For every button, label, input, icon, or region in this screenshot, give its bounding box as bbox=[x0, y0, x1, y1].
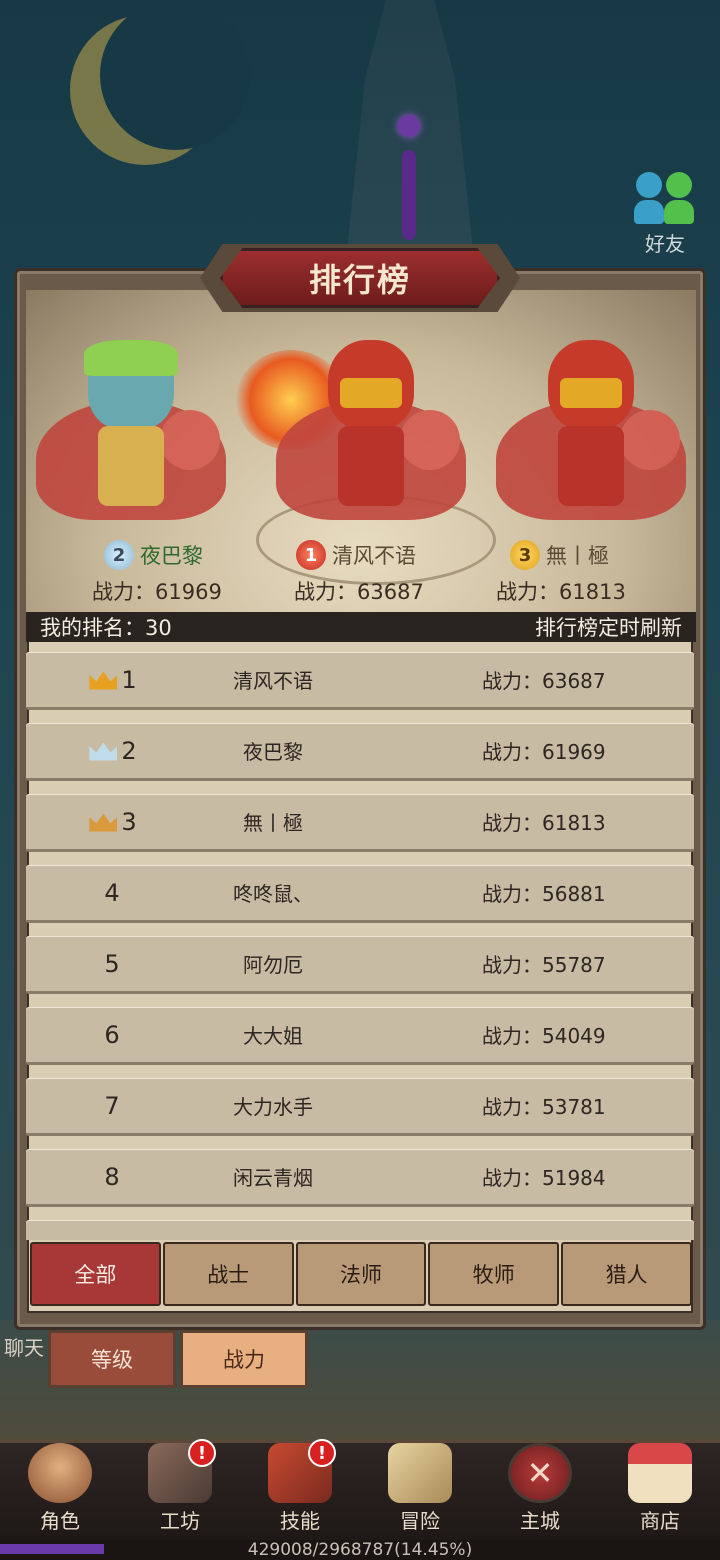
podium-hero-rank-3[interactable] bbox=[496, 340, 686, 540]
podium-power-rank-2: 战力：61969 bbox=[92, 580, 222, 604]
ranking-row-7[interactable]: 7 大力水手 战力：53781 bbox=[26, 1078, 694, 1136]
tab-hunter[interactable]: 猎人 bbox=[561, 1242, 692, 1306]
alert-badge-icon: ! bbox=[308, 1439, 336, 1467]
experience-text: 429008/2968787(14.45%) bbox=[247, 1540, 473, 1560]
silver-crown-icon bbox=[87, 739, 119, 763]
leaderboard-title-banner: 排行榜 bbox=[220, 248, 500, 308]
experience-bar: 429008/2968787(14.45%) bbox=[0, 1540, 720, 1560]
my-rank-bar: 我的排名：30 排行榜定时刷新 bbox=[26, 612, 696, 642]
shop-icon bbox=[628, 1443, 692, 1503]
class-filter-tabs: 全部 战士 法师 牧师 猎人 bbox=[30, 1242, 692, 1306]
podium-name-rank-1: 1 清风不语 bbox=[296, 540, 416, 570]
chat-button[interactable]: 聊天 bbox=[4, 1332, 44, 1361]
tab-mage[interactable]: 法师 bbox=[295, 1242, 427, 1306]
gold-crown-icon bbox=[87, 668, 119, 692]
nav-skill[interactable]: ! 技能 bbox=[250, 1439, 350, 1534]
adventure-map-icon bbox=[388, 1443, 452, 1503]
ranking-row-1[interactable]: 1 清风不语 战力：63687 bbox=[26, 652, 694, 710]
ranking-list[interactable]: 1 清风不语 战力：63687 2 夜巴黎 战力：61969 3 無丨極 战力：… bbox=[26, 646, 696, 1240]
podium-name-rank-3: 3 無丨極 bbox=[510, 540, 609, 570]
podium-power-rank-1: 战力：63687 bbox=[294, 580, 424, 604]
rank-3-badge-icon: 3 bbox=[510, 540, 540, 570]
friends-label: 好友 bbox=[645, 232, 685, 256]
refresh-note: 排行榜定时刷新 bbox=[535, 616, 682, 640]
nav-main-city[interactable]: ✕ 主城 bbox=[490, 1443, 590, 1534]
nav-character[interactable]: 角色 bbox=[10, 1443, 110, 1534]
panel-title: 排行榜 bbox=[308, 261, 411, 299]
rank-2-badge-icon: 2 bbox=[104, 540, 134, 570]
rank-1-badge-icon: 1 bbox=[296, 540, 326, 570]
ranking-row-2[interactable]: 2 夜巴黎 战力：61969 bbox=[26, 723, 694, 781]
alert-badge-icon: ! bbox=[188, 1439, 216, 1467]
podium-hero-rank-2[interactable] bbox=[36, 340, 226, 540]
friends-icon bbox=[630, 168, 700, 226]
tab-priest[interactable]: 牧师 bbox=[428, 1242, 560, 1306]
nav-shop[interactable]: 商店 bbox=[610, 1443, 710, 1534]
ranking-row-4[interactable]: 4 咚咚鼠、 战力：56881 bbox=[26, 865, 694, 923]
friends-button[interactable]: 好友 bbox=[630, 168, 700, 257]
tab-warrior[interactable]: 战士 bbox=[162, 1242, 294, 1306]
main-city-icon: ✕ bbox=[508, 1443, 572, 1503]
bronze-crown-icon bbox=[87, 810, 119, 834]
sort-by-power-tab[interactable]: 战力 bbox=[180, 1330, 308, 1388]
podium-power-rank-3: 战力：61813 bbox=[496, 580, 626, 604]
tab-all[interactable]: 全部 bbox=[30, 1242, 161, 1306]
ranking-row-3[interactable]: 3 無丨極 战力：61813 bbox=[26, 794, 694, 852]
nav-adventure[interactable]: 冒险 bbox=[370, 1443, 470, 1534]
podium-hero-rank-1[interactable] bbox=[276, 340, 466, 540]
character-icon bbox=[28, 1443, 92, 1503]
ranking-row-5[interactable]: 5 阿勿厄 战力：55787 bbox=[26, 936, 694, 994]
ranking-row-partial[interactable] bbox=[26, 1220, 694, 1240]
podium-name-rank-2: 2 夜巴黎 bbox=[104, 540, 203, 570]
my-rank-label: 我的排名：30 bbox=[40, 616, 172, 640]
sort-by-level-tab[interactable]: 等级 bbox=[48, 1330, 176, 1388]
bottom-navigation: 角色 ! 工坊 ! 技能 冒险 ✕ 主城 商店 bbox=[0, 1439, 720, 1540]
nav-workshop[interactable]: ! 工坊 bbox=[130, 1439, 230, 1534]
ranking-row-6[interactable]: 6 大大姐 战力：54049 bbox=[26, 1007, 694, 1065]
ranking-row-8[interactable]: 8 闲云青烟 战力：51984 bbox=[26, 1149, 694, 1207]
top-three-podium: 2 夜巴黎 战力：61969 1 清风不语 战力：63687 3 無丨極 战力：… bbox=[26, 290, 696, 612]
